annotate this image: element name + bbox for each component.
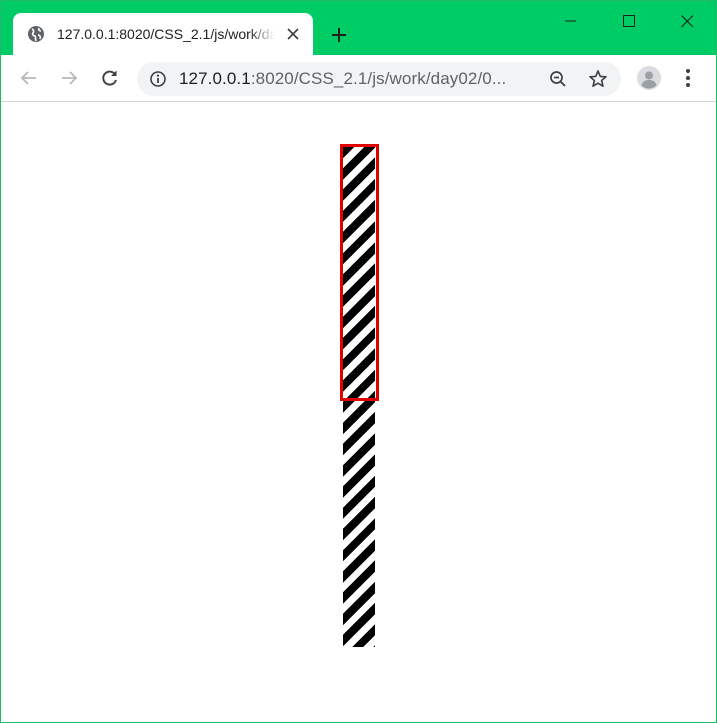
browser-window: 127.0.0.1:8020/CSS_2.1/js/work/day02/0: [0, 0, 717, 723]
new-tab-icon[interactable]: [327, 23, 351, 47]
window-controls: [542, 1, 716, 41]
zoom-icon[interactable]: [549, 70, 567, 88]
minimize-icon[interactable]: [542, 1, 600, 41]
url-text[interactable]: 127.0.0.1:8020/CSS_2.1/js/work/day02/0..…: [179, 69, 506, 89]
page-viewport: [1, 102, 716, 722]
globe-icon: [27, 25, 45, 43]
browser-toolbar: 127.0.0.1:8020/CSS_2.1/js/work/day02/0..…: [1, 55, 716, 102]
back-icon[interactable]: [15, 64, 43, 92]
star-icon[interactable]: [588, 69, 608, 89]
url-path: :8020/CSS_2.1/js/work/day02/0...: [250, 69, 507, 88]
close-icon[interactable]: [658, 1, 716, 41]
tab-strip: 127.0.0.1:8020/CSS_2.1/js/work/day02/0: [1, 1, 716, 55]
forward-icon[interactable]: [55, 64, 83, 92]
address-bar[interactable]: 127.0.0.1:8020/CSS_2.1/js/work/day02/0..…: [137, 62, 621, 96]
url-host: 127.0.0.1: [179, 69, 251, 88]
profile-icon[interactable]: [637, 66, 661, 90]
reload-icon[interactable]: [96, 64, 124, 92]
info-icon[interactable]: [150, 71, 166, 87]
menu-icon[interactable]: [680, 66, 696, 90]
tab-close-icon[interactable]: [285, 26, 301, 42]
tab-title: 127.0.0.1:8020/CSS_2.1/js/work/day02/0: [57, 26, 275, 42]
red-outline-box: [340, 144, 379, 401]
tab-active[interactable]: 127.0.0.1:8020/CSS_2.1/js/work/day02/0: [13, 13, 313, 55]
maximize-icon[interactable]: [600, 1, 658, 41]
